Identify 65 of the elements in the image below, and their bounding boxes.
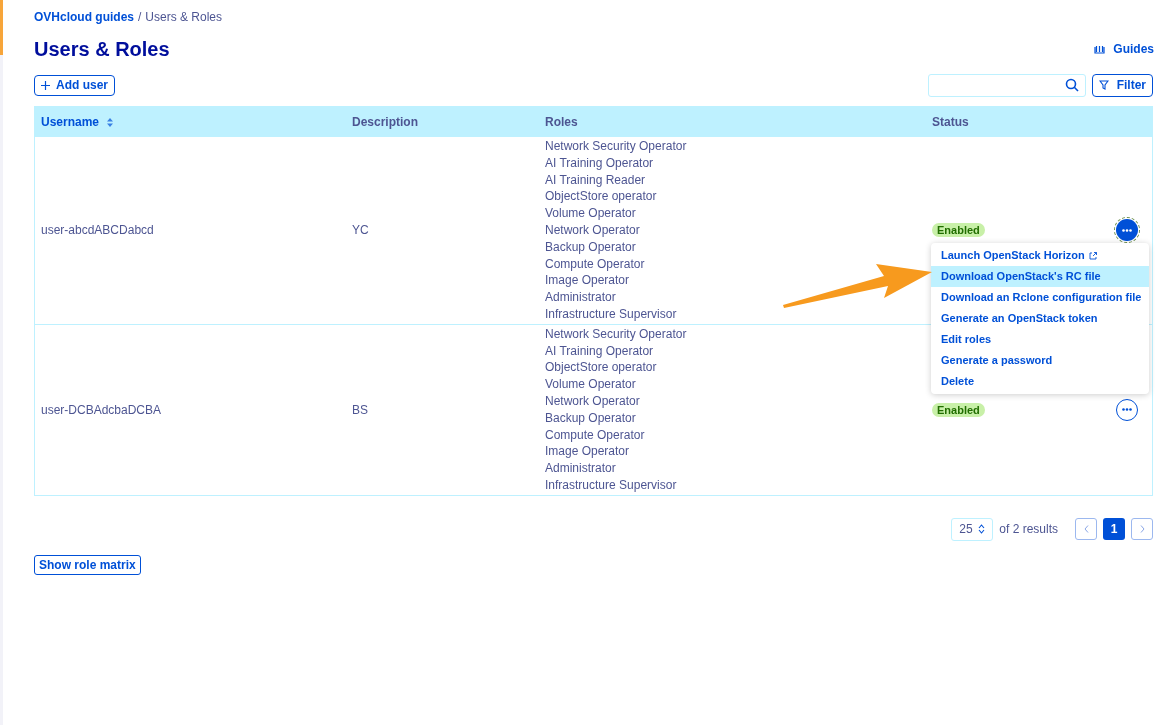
role-label: Administrator [545,289,617,306]
role-label: Image Operator [545,443,631,461]
status-badge: Enabled [932,223,985,238]
more-icon [1121,408,1132,412]
role-label: Infrastructure Supervisor [545,476,678,494]
accent-bar [0,0,3,55]
column-header: Description [352,114,418,131]
status-badge: Enabled [932,402,985,417]
page-size-select[interactable]: 25 [951,517,994,541]
filter-button[interactable]: Filter [1091,73,1153,97]
role-label: Volume Operator [545,376,637,393]
filter-icon [1098,80,1109,90]
role-label: Network Operator [545,392,641,410]
role-label: Volume Operator [545,205,637,222]
role-label: ObjectStore operator [545,188,658,206]
menu-item[interactable]: Delete [931,371,1149,392]
column-header[interactable]: Username [41,113,100,131]
menu-item[interactable]: Launch OpenStack Horizon [931,245,1149,266]
role-label: AI Training Operator [545,342,655,360]
search-icon [1064,78,1079,92]
menu-item[interactable]: Download an Rclone configuration file [931,287,1149,308]
sort-icon[interactable] [107,117,114,127]
page-title: Users & Roles [34,37,170,62]
table-cell: BS [352,402,368,417]
role-label: Compute Operator [545,255,646,273]
previous-page-button[interactable] [1075,518,1097,541]
breadcrumb-separator: / [138,9,142,26]
column-header: Roles [545,114,578,131]
role-label: ObjectStore operator [545,359,658,377]
role-label: Image Operator [545,272,631,290]
page-button[interactable]: 1 [1103,518,1125,541]
role-label: Infrastructure Supervisor [545,305,678,323]
breadcrumb-current: Users & Roles [145,9,223,26]
guides-link[interactable]: Guides [1094,40,1154,58]
role-label: Network Security Operator [545,138,688,155]
role-label: Network Operator [545,222,641,239]
more-icon [1121,228,1132,232]
show-role-matrix-button[interactable]: Show role matrix [34,554,141,575]
table-cell: user-DCBAdcbaDCBA [41,402,162,417]
search-field[interactable] [927,73,1086,97]
role-label: Compute Operator [545,426,646,444]
role-label: Backup Operator [545,238,637,256]
menu-item[interactable]: Generate an OpenStack token [931,308,1149,329]
add-user-button[interactable]: Add user [34,74,115,96]
menu-item[interactable]: Generate a password [931,350,1149,371]
table-cell: YC [352,223,369,238]
role-label: Backup Operator [545,409,637,427]
menu-item[interactable]: Download OpenStack's RC file [931,266,1149,287]
chevron-right-icon [1139,525,1145,534]
next-page-button[interactable] [1131,518,1153,541]
breadcrumb-link[interactable]: OVHcloud guides [34,8,134,26]
menu-item[interactable]: Edit roles [931,329,1149,350]
plus-icon [41,80,50,90]
table-cell: user-abcdABCDabcd [41,223,154,238]
actions-button[interactable] [1115,219,1138,242]
role-label: Network Security Operator [545,325,688,343]
chevron-left-icon [1083,525,1089,534]
results-count: of 2 results [999,521,1058,539]
actions-button[interactable] [1115,398,1138,421]
role-label: Administrator [545,460,617,477]
role-label: AI Training Operator [545,154,655,172]
stepper-icon [978,524,986,535]
column-header: Status [932,114,969,131]
book-icon [1094,44,1106,54]
role-label: AI Training Reader [545,171,647,189]
